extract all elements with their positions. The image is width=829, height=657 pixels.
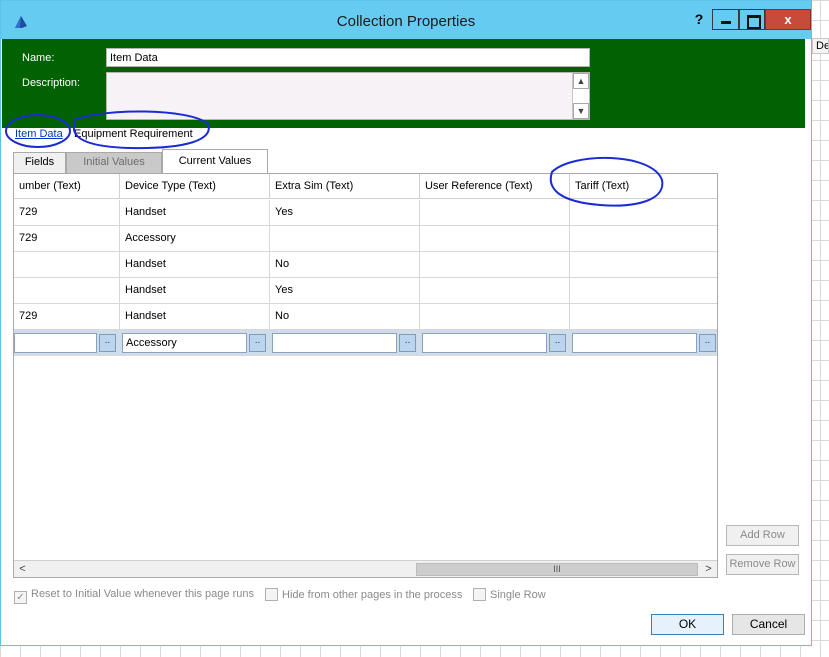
reset-initial-value-label: Reset to Initial Value whenever this pag… [31,588,254,600]
reset-initial-value-checkbox[interactable]: ✓ Reset to Initial Value whenever this pa… [14,588,254,604]
edit-cell-number: .. [14,333,120,353]
cell-tariff[interactable] [570,278,717,304]
new-row-editor[interactable]: .. .. .. .. .. [14,330,717,356]
description-label: Description: [22,77,81,89]
edit-cell-extra-sim: .. [272,333,420,353]
ellipsis-button[interactable]: .. [249,334,266,352]
column-header-tariff[interactable]: Tariff (Text) [570,174,717,199]
cell-extra-sim[interactable]: Yes [270,200,420,226]
checkbox-empty-icon [265,588,278,601]
cell-number[interactable] [14,278,120,304]
cell-number[interactable]: 729 [14,304,120,330]
remove-row-button[interactable]: Remove Row [726,554,799,575]
maximize-button[interactable] [739,9,765,30]
edit-cell-device-type: .. [122,333,270,353]
edit-cell-user-reference: .. [422,333,570,353]
cell-device-type[interactable]: Handset [120,200,270,226]
column-header-user-reference[interactable]: User Reference (Text) [420,174,570,199]
scroll-left-icon[interactable]: < [14,561,31,577]
tab-initial-values[interactable]: Initial Values [66,152,162,173]
ellipsis-button[interactable]: .. [399,334,416,352]
cell-device-type[interactable]: Handset [120,304,270,330]
description-scrollbar[interactable]: ▲ ▼ [572,73,589,119]
cell-extra-sim[interactable]: No [270,304,420,330]
cell-number[interactable]: 729 [14,226,120,252]
cell-user-reference[interactable] [420,226,570,252]
name-input[interactable] [106,48,590,67]
collection-tab-equipment-requirement[interactable]: Equipment Requirement [74,128,193,140]
close-button[interactable]: x [765,9,811,30]
cell-number[interactable]: 729 [14,200,120,226]
name-label: Name: [22,52,55,64]
checkbox-checked-icon: ✓ [14,591,27,604]
column-header-device-type[interactable]: Device Type (Text) [120,174,270,199]
scrollbar-thumb[interactable]: III [416,563,698,576]
cell-tariff[interactable] [570,304,717,330]
ok-button[interactable]: OK [651,614,724,635]
collection-tab-item-data[interactable]: Item Data [15,128,63,140]
checkbox-empty-icon [473,588,486,601]
cell-user-reference[interactable] [420,278,570,304]
cancel-button[interactable]: Cancel [732,614,805,635]
properties-panel: Name: Description: ▲ ▼ [2,39,805,128]
number-edit-input[interactable] [14,333,97,353]
column-header-extra-sim[interactable]: Extra Sim (Text) [270,174,420,199]
ellipsis-button[interactable]: .. [699,334,716,352]
tab-current-values[interactable]: Current Values [162,149,268,173]
cell-user-reference[interactable] [420,252,570,278]
single-row-checkbox[interactable]: Single Row [473,588,546,601]
minimize-button[interactable] [712,9,739,30]
background-column-header: De [812,38,829,54]
table-row[interactable]: 729 Handset Yes [14,200,717,226]
table-row[interactable]: 729 Accessory [14,226,717,252]
scroll-down-icon[interactable]: ▼ [573,103,589,119]
cell-extra-sim[interactable]: No [270,252,420,278]
hide-from-other-pages-label: Hide from other pages in the process [282,589,463,601]
cell-user-reference[interactable] [420,200,570,226]
scroll-up-icon[interactable]: ▲ [573,73,589,89]
add-row-button[interactable]: Add Row [726,525,799,546]
device-type-edit-input[interactable] [122,333,247,353]
table-row[interactable]: 729 Handset No [14,304,717,330]
ellipsis-button[interactable]: .. [99,334,116,352]
help-button[interactable]: ? [689,9,709,29]
tab-fields[interactable]: Fields [13,152,66,173]
values-grid[interactable]: umber (Text) Device Type (Text) Extra Si… [13,173,718,578]
cell-extra-sim[interactable]: Yes [270,278,420,304]
table-row[interactable]: Handset Yes [14,278,717,304]
cell-tariff[interactable] [570,200,717,226]
scroll-right-icon[interactable]: > [700,561,717,577]
horizontal-scrollbar[interactable]: < III > [14,560,717,577]
table-row[interactable]: Handset No [14,252,717,278]
cell-tariff[interactable] [570,226,717,252]
cell-number[interactable] [14,252,120,278]
hide-from-other-pages-checkbox[interactable]: Hide from other pages in the process [265,588,462,601]
cell-device-type[interactable]: Handset [120,278,270,304]
grid-header: umber (Text) Device Type (Text) Extra Si… [14,174,717,199]
cell-device-type[interactable]: Handset [120,252,270,278]
description-input[interactable]: ▲ ▼ [106,72,590,120]
tariff-edit-input[interactable] [572,333,697,353]
collection-properties-dialog: Collection Properties ? x Name: Descript… [0,0,812,646]
column-header-number[interactable]: umber (Text) [14,174,120,199]
single-row-label: Single Row [490,589,546,601]
cell-extra-sim[interactable] [270,226,420,252]
title-bar: Collection Properties ? x [1,1,811,39]
user-reference-edit-input[interactable] [422,333,547,353]
cell-device-type[interactable]: Accessory [120,226,270,252]
cell-user-reference[interactable] [420,304,570,330]
cell-tariff[interactable] [570,252,717,278]
extra-sim-edit-input[interactable] [272,333,397,353]
ellipsis-button[interactable]: .. [549,334,566,352]
edit-cell-tariff: .. [572,333,717,353]
